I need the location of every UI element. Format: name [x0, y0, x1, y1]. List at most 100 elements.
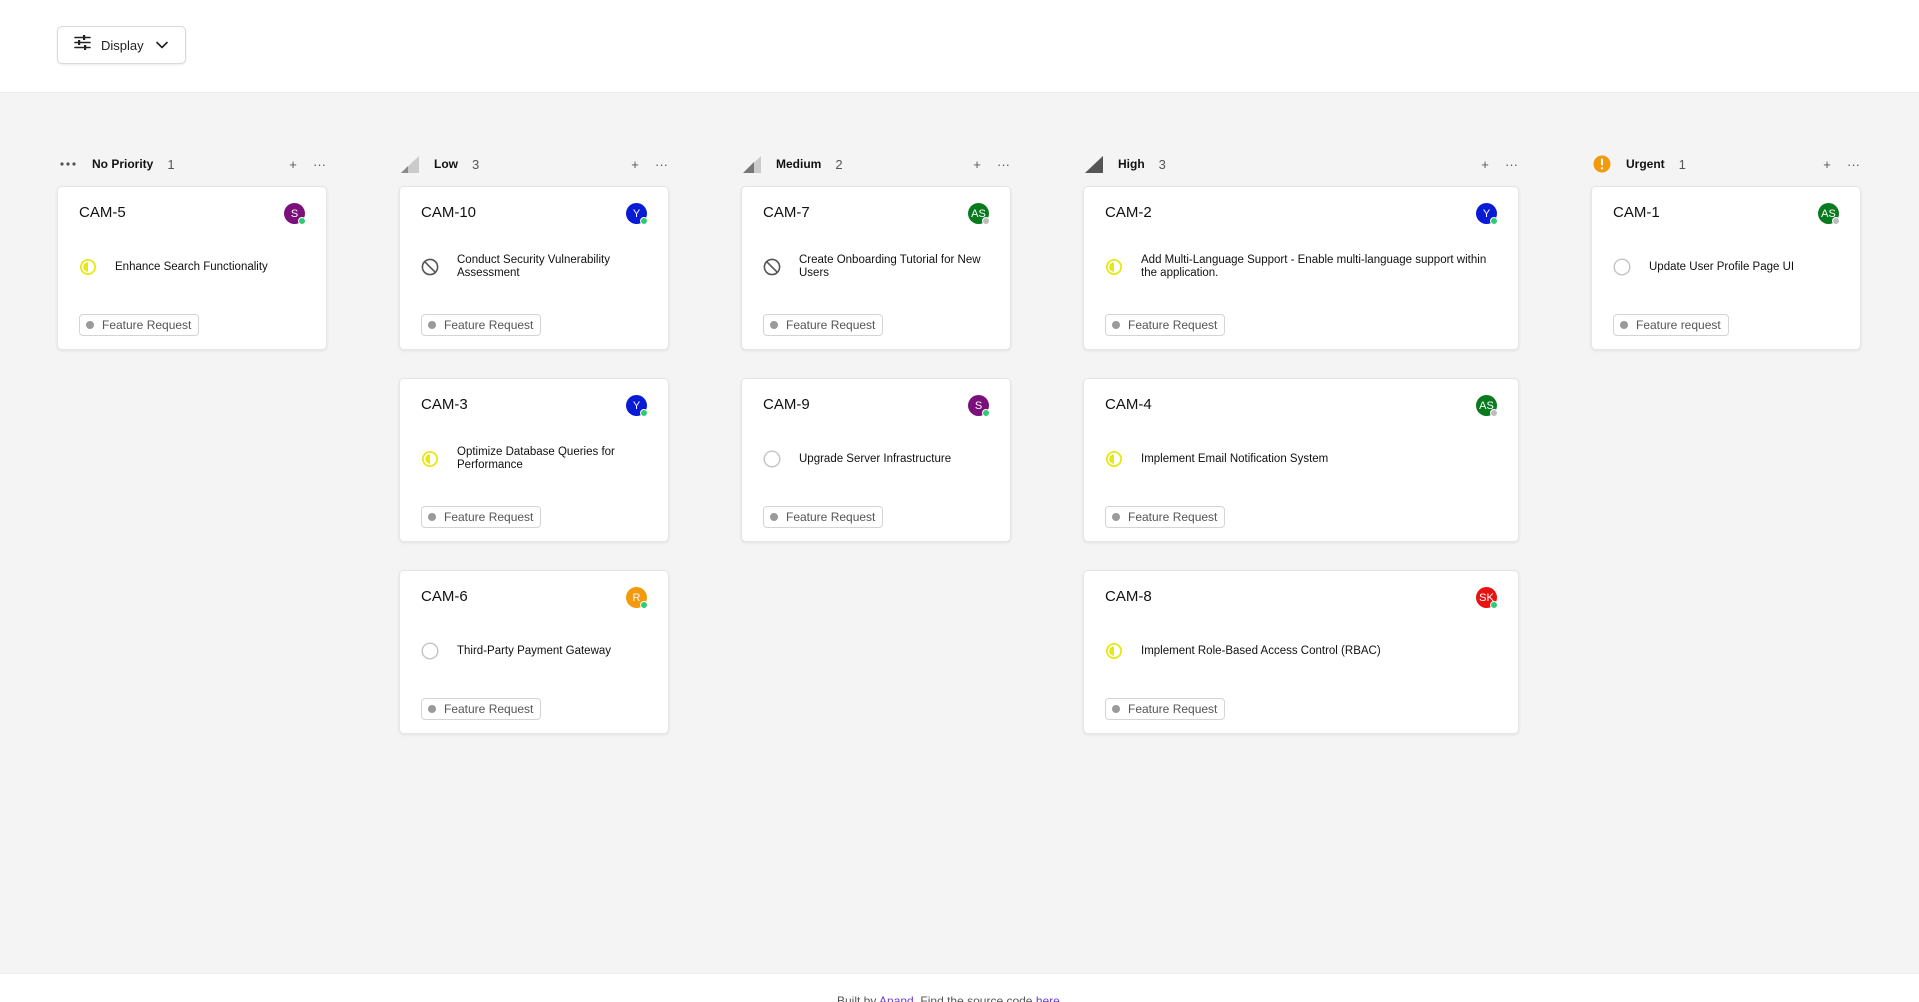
issue-card[interactable]: CAM-6 R Third-Party Payment Gateway Feature…: [399, 570, 669, 734]
issue-title: Optimize Database Queries for Performanc…: [457, 446, 615, 471]
online-status-dot: [1490, 409, 1498, 417]
avatar[interactable]: Y: [626, 395, 648, 417]
display-button[interactable]: Display: [57, 26, 186, 64]
author-link[interactable]: Anand: [879, 994, 914, 1002]
more-options-icon[interactable]: ···: [1847, 157, 1860, 172]
issue-card[interactable]: CAM-2 Y Add Multi-Language Support - Enabl…: [1083, 186, 1519, 350]
in-progress-status-icon[interactable]: [1105, 450, 1123, 468]
display-button-label: Display: [101, 37, 144, 53]
label-tag: Feature Request: [421, 698, 542, 720]
avatar[interactable]: AS: [1818, 203, 1840, 225]
issue-title: Create Onboarding Tutorial for New Users: [799, 254, 981, 279]
tag-dot-icon: [428, 513, 436, 521]
tag-label: Feature Request: [444, 510, 534, 524]
dots-icon: [58, 154, 78, 174]
issue-id: CAM-10: [421, 204, 477, 221]
issue-card[interactable]: CAM-9 S Upgrade Server Infrastructure Featu…: [741, 378, 1011, 542]
issue-title-wrap: Optimize Database Queries for Performanc…: [457, 446, 649, 471]
footer-prefix: Built by: [837, 994, 880, 1002]
avatar[interactable]: R: [626, 587, 648, 609]
column-header: Medium 2 + ···: [741, 149, 1011, 179]
add-issue-icon[interactable]: +: [629, 157, 641, 172]
in-progress-status-icon[interactable]: [79, 258, 97, 276]
column-title: High: [1118, 157, 1145, 171]
more-options-icon[interactable]: ···: [313, 157, 326, 172]
todo-status-icon[interactable]: [1613, 258, 1631, 276]
issue-title: Update User Profile Page UI: [1649, 260, 1795, 273]
add-issue-icon[interactable]: +: [1821, 157, 1833, 172]
column-title: Medium: [776, 157, 822, 171]
todo-status-icon[interactable]: [421, 642, 439, 660]
tag-label: Feature Request: [786, 318, 876, 332]
issue-title: Enhance Search Functionality: [115, 260, 268, 273]
issue-card[interactable]: CAM-7 AS Create Onboarding Tutorial for Ne…: [741, 186, 1011, 350]
tag-dot-icon: [428, 321, 436, 329]
column-actions: + ···: [629, 157, 668, 172]
more-options-icon[interactable]: ···: [655, 157, 668, 172]
online-status-dot: [640, 217, 648, 225]
signal-high-icon: [1084, 154, 1104, 174]
issue-id: CAM-5: [79, 204, 126, 221]
issue-card[interactable]: CAM-8 SK Implement Role-Based Access Contr…: [1083, 570, 1519, 734]
column-title: Low: [434, 157, 458, 171]
issue-title: Upgrade Server Infrastructure: [799, 452, 952, 465]
avatar-initials: Y: [1482, 207, 1491, 220]
tag-label: Feature Request: [1128, 318, 1218, 332]
in-progress-status-icon[interactable]: [1105, 642, 1123, 660]
online-status-dot: [1490, 217, 1498, 225]
todo-status-icon[interactable]: [763, 450, 781, 468]
tag-label: Feature Request: [444, 702, 534, 716]
issue-title-wrap: Upgrade Server Infrastructure: [799, 450, 991, 468]
in-progress-status-icon[interactable]: [421, 450, 439, 468]
issue-title: Third-Party Payment Gateway: [457, 644, 612, 657]
column-header: High 3 + ···: [1083, 149, 1519, 179]
tag-dot-icon: [428, 705, 436, 713]
tag-label: Feature request: [1636, 318, 1721, 332]
signal-low-icon: [400, 154, 420, 174]
tag-dot-icon: [770, 513, 778, 521]
column-header: Low 3 + ···: [399, 149, 669, 179]
label-tag: Feature Request: [79, 314, 200, 336]
issue-card[interactable]: CAM-1 AS Update User Profile Page UI Featur…: [1591, 186, 1861, 350]
issue-card[interactable]: CAM-4 AS Implement Email Notification Syst…: [1083, 378, 1519, 542]
issue-id: CAM-1: [1613, 204, 1660, 221]
issue-card[interactable]: CAM-10 Y Conduct Security Vulnerability As…: [399, 186, 669, 350]
avatar[interactable]: SK: [1476, 587, 1498, 609]
tag-dot-icon: [770, 321, 778, 329]
column-actions: + ···: [971, 157, 1010, 172]
source-code-link[interactable]: here: [1036, 994, 1060, 1002]
tag-dot-icon: [1112, 513, 1120, 521]
add-issue-icon[interactable]: +: [287, 157, 299, 172]
column-title: Urgent: [1626, 157, 1665, 171]
avatar-initials: S: [974, 399, 983, 412]
footer-text: Built by Anand. Find the source code her…: [837, 994, 1063, 1002]
tag-label: Feature Request: [1128, 702, 1218, 716]
label-tag: Feature request: [1613, 314, 1729, 336]
column-low: Low 3 + ··· CAM-10 Y Conduct Security Vulnerab…: [399, 149, 669, 734]
avatar[interactable]: AS: [968, 203, 990, 225]
add-issue-icon[interactable]: +: [1479, 157, 1491, 172]
label-tag: Feature Request: [763, 314, 884, 336]
avatar[interactable]: AS: [1476, 395, 1498, 417]
column-count: 3: [472, 156, 480, 172]
column-header: Urgent 1 + ···: [1591, 149, 1861, 179]
in-progress-status-icon[interactable]: [1105, 258, 1123, 276]
add-issue-icon[interactable]: +: [971, 157, 983, 172]
column-actions: + ···: [287, 157, 326, 172]
issue-id: CAM-4: [1105, 396, 1152, 413]
more-options-icon[interactable]: ···: [1505, 157, 1518, 172]
avatar[interactable]: S: [284, 203, 306, 225]
label-tag: Feature Request: [421, 314, 542, 336]
more-options-icon[interactable]: ···: [997, 157, 1010, 172]
cancelled-status-icon[interactable]: [763, 258, 781, 276]
top-toolbar: Display: [0, 0, 1919, 93]
tag-dot-icon: [1620, 321, 1628, 329]
column-actions: + ···: [1821, 157, 1860, 172]
cancelled-status-icon[interactable]: [421, 258, 439, 276]
avatar[interactable]: S: [968, 395, 990, 417]
issue-card[interactable]: CAM-3 Y Optimize Database Queries for Perf…: [399, 378, 669, 542]
tag-dot-icon: [1112, 705, 1120, 713]
avatar[interactable]: Y: [626, 203, 648, 225]
avatar[interactable]: Y: [1476, 203, 1498, 225]
issue-card[interactable]: CAM-5 S Enhance Search Functionality Featur…: [57, 186, 327, 350]
